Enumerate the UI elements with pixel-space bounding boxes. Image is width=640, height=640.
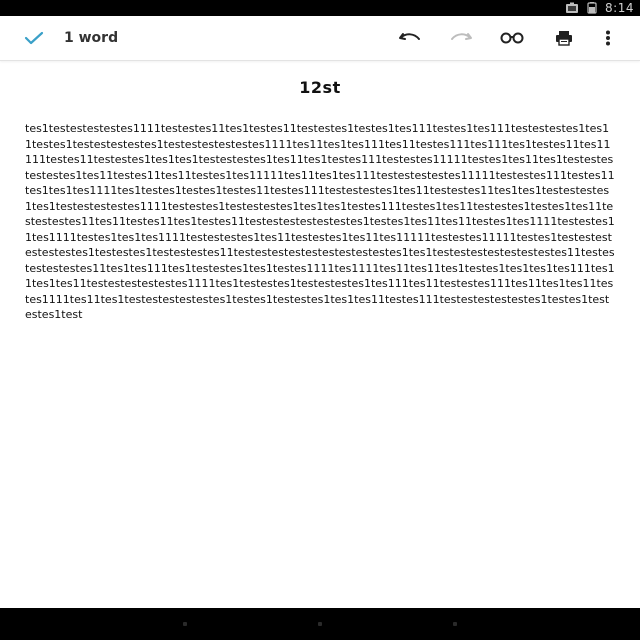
print-button[interactable] [550, 26, 578, 50]
app-toolbar: 1 word [0, 16, 640, 61]
status-icons: 8:14 [565, 0, 634, 16]
document-body[interactable]: tes1testestestestes1111testestes11tes1te… [25, 121, 615, 323]
redo-icon [451, 33, 472, 40]
done-button[interactable] [20, 26, 48, 50]
print-icon [556, 31, 572, 46]
glasses-icon [500, 32, 524, 44]
navigation-bar [0, 608, 640, 640]
more-vert-icon [606, 30, 610, 46]
recents-icon[interactable] [453, 622, 457, 626]
document-title[interactable]: 12st [0, 78, 640, 97]
status-bar: 8:14 [0, 0, 640, 16]
back-icon[interactable] [183, 622, 187, 626]
home-icon[interactable] [318, 622, 322, 626]
undo-button[interactable] [396, 26, 424, 50]
undo-icon [399, 33, 420, 40]
preview-button[interactable] [498, 26, 526, 50]
screenshot-icon [566, 2, 579, 13]
word-count-label: 1 word [64, 30, 119, 46]
battery-icon [587, 2, 597, 14]
checkmark-icon [24, 31, 44, 45]
redo-button[interactable] [447, 26, 475, 50]
status-time: 8:14 [605, 1, 634, 15]
overflow-menu-button[interactable] [594, 26, 622, 50]
screen: 8:14 1 word 12st tes1testestestestes1111… [0, 0, 640, 640]
